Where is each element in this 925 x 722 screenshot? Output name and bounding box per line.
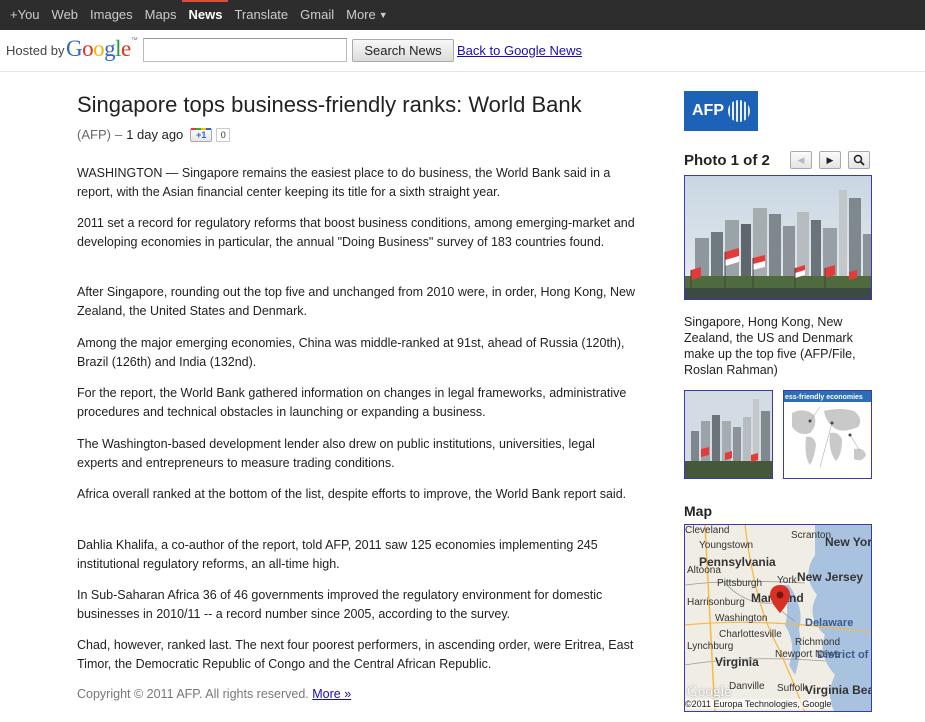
article-paragraph: Chad, however, ranked last. The next fou… [77, 638, 634, 671]
photo-thumbnail-1[interactable] [684, 390, 773, 479]
next-photo-button[interactable]: ▶ [819, 151, 841, 169]
map-credit: ©2011 Europa Technologies, Google [685, 699, 832, 709]
map-place-label: Charlottesville [719, 629, 782, 640]
search-news-input[interactable] [143, 38, 347, 62]
magnifier-icon [853, 154, 865, 166]
trademark-icon: ™ [130, 37, 138, 44]
search-news-button[interactable]: Search News [352, 39, 454, 62]
map-place-label: Delaware [805, 617, 854, 629]
chevron-right-icon: ▶ [826, 155, 834, 165]
map-pin-icon[interactable] [770, 585, 790, 613]
top-navigation-bar: +You Web Images Maps News Translate Gmai… [0, 0, 925, 30]
article-paragraph: The Washington-based development lender … [77, 437, 595, 470]
skyline-thumbnail-image [685, 391, 772, 478]
location-map[interactable]: Cleveland Youngstown Scranton New York P… [684, 524, 872, 712]
google-logo-letter: o [82, 36, 94, 61]
map-place-label: Lynchburg [687, 641, 734, 652]
map-place-label: Pittsburgh [717, 578, 763, 589]
nav-images[interactable]: Images [84, 0, 139, 30]
map-place-label: Harrisonburg [687, 597, 745, 608]
article-title: Singapore tops business-friendly ranks: … [77, 92, 582, 117]
google-logo-letter: e [121, 36, 131, 61]
nav-more-label: More [346, 7, 376, 22]
caret-down-icon: ▼ [378, 10, 388, 20]
map-place-label: Youngstown [699, 540, 754, 551]
zoom-photo-button[interactable] [848, 151, 870, 169]
copyright-text: Copyright © 2011 AFP. All rights reserve… [77, 687, 309, 701]
nav-web[interactable]: Web [46, 0, 85, 30]
article-paragraph: After Singapore, rounding out the top fi… [77, 285, 636, 318]
map-place-label: Virginia Beach [805, 683, 871, 697]
map-heading: Map [684, 503, 712, 519]
nav-plus-you[interactable]: +You [4, 0, 46, 30]
photo-counter: Photo 1 of 2 [684, 152, 770, 169]
plusone-count: 0 [216, 127, 231, 142]
copyright-line: Copyright © 2011 AFP. All rights reserve… [77, 687, 351, 701]
nav-translate[interactable]: Translate [228, 0, 294, 30]
map-place-label: Richmond [795, 637, 841, 648]
plusone-button[interactable]: +1 [190, 127, 213, 142]
map-place-label: Washington [715, 613, 768, 624]
map-place-label: Danville [729, 681, 765, 692]
article-byline: (AFP) – 1 day ago +1 0 [77, 127, 231, 142]
nav-more[interactable]: More ▼ [340, 0, 394, 30]
article-paragraph: Among the major emerging economies, Chin… [77, 336, 625, 369]
byline-separator: – [114, 127, 123, 142]
nav-news[interactable]: News [182, 0, 229, 30]
back-to-google-news-link[interactable]: Back to Google News [457, 43, 582, 58]
map-place-label: New York [825, 535, 872, 549]
more-link[interactable]: More » [312, 687, 351, 701]
map-place-label: Cleveland [685, 525, 730, 536]
article-paragraph: Dahlia Khalifa, a co-author of the repor… [77, 538, 598, 571]
previous-photo-button[interactable]: ◀ [790, 151, 812, 169]
article-source: (AFP) [77, 127, 111, 142]
article-paragraph: 2011 set a record for regulatory reforms… [77, 216, 635, 249]
article-paragraph: Africa overall ranked at the bottom of t… [77, 487, 627, 501]
afp-logo[interactable]: AFP [684, 91, 758, 131]
map-infographic-thumbnail: ess-friendly economies [784, 391, 871, 478]
nav-gmail[interactable]: Gmail [294, 0, 340, 30]
top-nav-links: +You Web Images Maps News Translate Gmai… [4, 0, 394, 30]
google-logo[interactable]: Google™ [66, 36, 138, 62]
hosted-by-label: Hosted by [6, 43, 65, 58]
google-logo-letters: Google [66, 36, 131, 62]
map-place-label: Suffolk [777, 683, 808, 694]
article-paragraph: In Sub-Saharan Africa 36 of 46 governmen… [77, 588, 603, 621]
afp-logo-text: AFP [692, 102, 724, 119]
main-photo[interactable] [684, 175, 872, 300]
article-paragraph: For the report, the World Bank gathered … [77, 386, 627, 419]
map-place-label: District of Columbia [817, 649, 871, 661]
plusone-widget: +1 0 [190, 127, 231, 142]
map-place-label: Virginia [715, 655, 759, 669]
map-place-label: Altoona [687, 565, 721, 576]
nav-maps[interactable]: Maps [139, 0, 183, 30]
google-logo-letter: o [93, 36, 105, 61]
map-place-label: New Jersey [797, 570, 864, 584]
thumbnail-title: ess-friendly economies [785, 394, 863, 401]
article-timestamp: 1 day ago [126, 127, 184, 142]
google-logo-letter: g [104, 36, 116, 61]
chevron-left-icon: ◀ [797, 155, 805, 165]
google-logo-letter: G [66, 36, 83, 61]
photo-caption: Singapore, Hong Kong, New Zealand, the U… [684, 315, 856, 377]
page-header: Hosted by Google™ Search News Back to Go… [0, 30, 925, 72]
globe-icon [728, 100, 750, 122]
article-paragraph: WASHINGTON — Singapore remains the easie… [77, 166, 611, 199]
singapore-skyline-image [685, 176, 871, 299]
photo-thumbnail-2[interactable]: ess-friendly economies [783, 390, 872, 479]
